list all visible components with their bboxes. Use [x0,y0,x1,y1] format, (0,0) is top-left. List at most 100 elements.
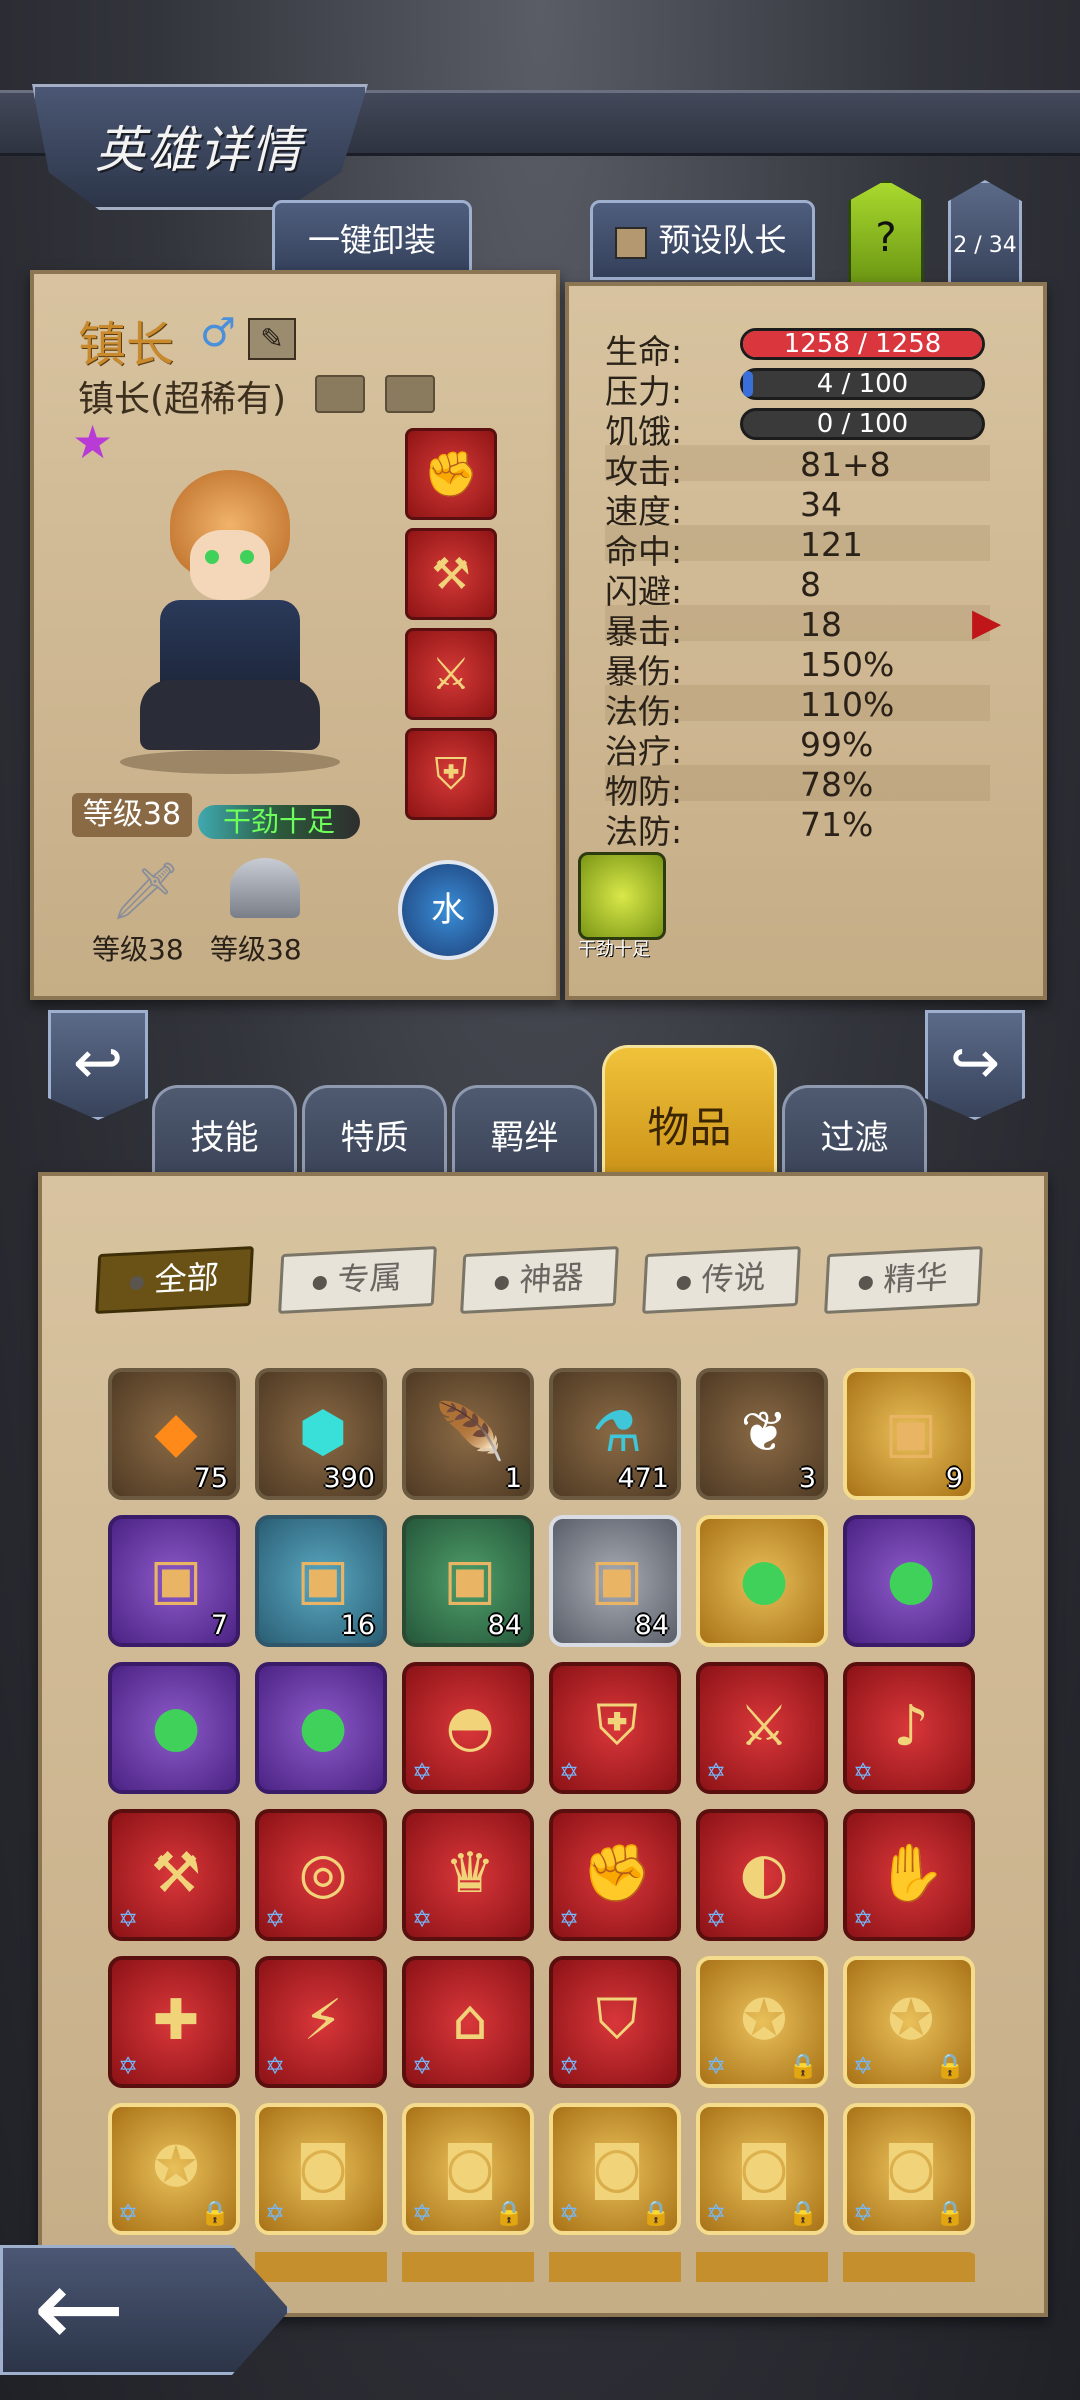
help-button[interactable]: ? [848,180,924,286]
filter-all[interactable]: 全部 [95,1245,254,1315]
inventory-item[interactable]: ✋ ✡ [843,1809,975,1941]
exclusive-star-icon: ✡ [853,2052,874,2080]
inventory-item[interactable]: ● [255,1662,387,1794]
next-hero-button[interactable]: ↪ [925,1010,1025,1120]
inventory-item[interactable]: ⚡ ✡ [255,1956,387,2088]
exclusive-star-icon: ✡ [559,1758,580,1786]
stat-row: 暴击: 18 [605,605,990,651]
radio-dot-icon [312,1275,328,1291]
stat-row: 命中: 121 [605,525,990,571]
battle-axe-icon: ⚒ [150,1840,202,1906]
hunger-bar: 0 / 100 [740,408,985,440]
item-count: 84 [487,1610,522,1641]
phoenix-feather-icon: 🪶 [435,1400,505,1465]
back-button[interactable]: ← [0,2245,290,2375]
stat-row: 法防: 71% [605,805,990,851]
unequip-all-button[interactable]: 一键卸装 [272,200,472,280]
inventory-item[interactable]: ▣ 84 [549,1515,681,1647]
filter-essence-label: 精华 [882,1257,949,1300]
exclusive-star-icon: ✡ [118,2052,139,2080]
inventory-item[interactable]: ⬢ 390 [255,1368,387,1500]
gem-ring-icon: ◎ [298,1840,348,1906]
green-orb-icon: ● [151,1693,201,1759]
radio-dot-icon [676,1275,692,1291]
exclusive-star-icon: ✡ [412,1758,433,1786]
inventory-item[interactable]: ✪ ✡ 🔒 [696,1956,828,2088]
trait-slot[interactable] [578,852,666,940]
exclusive-star-icon: ✡ [853,1905,874,1933]
inventory-item[interactable]: ⚒ ✡ [108,1809,240,1941]
inventory-item[interactable]: ● [696,1515,828,1647]
inventory-item[interactable]: ⛨ ✡ [549,1662,681,1794]
inventory-item[interactable]: ⚔ ✡ [696,1662,828,1794]
next-page-arrow-icon[interactable]: ▶ [972,600,1001,644]
inventory-item[interactable]: ⌂ ✡ [402,1956,534,2088]
stat-value: 78% [800,765,874,804]
equip-slot-claw-icon[interactable]: ⚔ [405,628,497,720]
item-count: 471 [617,1463,669,1494]
info-icon[interactable] [315,375,365,413]
page-counter: 2 / 34 [948,180,1022,286]
element-badge[interactable]: 水 [398,860,498,960]
preset-leader-button[interactable]: 预设队长 [590,200,815,280]
treasure-chest-icon: ▣ [149,1546,203,1612]
weapon-slot[interactable]: 🗡 等级38 [80,858,200,966]
inventory-item[interactable]: ● [843,1515,975,1647]
stat-row: 暴伤: 150% [605,645,990,691]
filter-artifact[interactable]: 神器 [460,1245,619,1315]
inventory-item[interactable]: ♛ ✡ [402,1809,534,1941]
exclusive-star-icon: ✡ [412,2052,433,2080]
item-count: 7 [210,1610,228,1641]
filter-essence[interactable]: 精华 [824,1245,983,1315]
equip-slot-axe-icon[interactable]: ⚒ [405,528,497,620]
inventory-item[interactable]: ◙ ✡ 🔒 [843,2103,975,2235]
lock-icon: 🔒 [788,2199,818,2227]
inventory-item[interactable]: ◆ 75 [108,1368,240,1500]
gauntlet-icon: ✊ [582,1841,652,1906]
filter-legendary[interactable]: 传说 [642,1245,801,1315]
inventory-item[interactable]: 🪶 1 [402,1368,534,1500]
green-orb-icon: ● [298,1693,348,1759]
hp-value: 1258 / 1258 [783,329,942,359]
inventory-item[interactable]: ◙ ✡ [255,2103,387,2235]
inventory-item[interactable]: ✊ ✡ [549,1809,681,1941]
green-orb-icon: ● [739,1546,789,1612]
inventory-item[interactable]: ⚗ 471 [549,1368,681,1500]
inventory-item[interactable]: ◓ ✡ [402,1662,534,1794]
inventory-item[interactable]: ▣ 7 [108,1515,240,1647]
inventory-item[interactable]: ▣ 9 [843,1368,975,1500]
prev-hero-button[interactable]: ↩ [48,1010,148,1120]
male-icon: ♂ [200,310,236,356]
inventory-item[interactable]: ⛉ ✡ [549,1956,681,2088]
item-count: 1 [504,1463,522,1494]
armor-slot[interactable]: 等级38 [205,858,325,966]
inventory-item[interactable]: ◐ ✡ [696,1809,828,1941]
stat-value: 81+8 [800,445,891,484]
status-tag: 干劲十足 [198,805,360,839]
inventory-item[interactable]: ◙ ✡ 🔒 [549,2103,681,2235]
inventory-item[interactable]: ◙ ✡ 🔒 [402,2103,534,2235]
stress-bar-fill [743,371,753,397]
inventory-item[interactable]: ✪ ✡ 🔒 [843,1956,975,2088]
inventory-item[interactable]: ♪ ✡ [843,1662,975,1794]
inventory-item[interactable]: ▣ 16 [255,1515,387,1647]
inventory-item[interactable]: ◎ ✡ [255,1809,387,1941]
stat-label: 法防: [605,812,683,851]
equip-slot-gauntlet-icon[interactable]: ✊ [405,428,497,520]
filter-exclusive-label: 专属 [336,1257,403,1300]
inventory-item[interactable]: ◙ ✡ 🔒 [696,2103,828,2235]
lock-icon: 🔒 [935,2199,965,2227]
cloak-icon: ⛉ [596,1987,638,2052]
inventory-item[interactable]: ✪ ✡ 🔒 [108,2103,240,2235]
inventory-item[interactable]: ▣ 84 [402,1515,534,1647]
armor-level: 等级38 [210,933,302,966]
inventory-item[interactable]: ● [108,1662,240,1794]
rename-button[interactable]: ✎ [248,318,296,360]
weapon-level: 等级38 [92,933,184,966]
filter-exclusive[interactable]: 专属 [278,1245,437,1315]
equip-slot-armor-icon[interactable]: ⛨ [405,728,497,820]
exclusive-star-icon: ✡ [265,2199,286,2227]
info-icon[interactable] [385,375,435,413]
inventory-item[interactable]: ❦ 3 [696,1368,828,1500]
inventory-item[interactable]: ✚ ✡ [108,1956,240,2088]
